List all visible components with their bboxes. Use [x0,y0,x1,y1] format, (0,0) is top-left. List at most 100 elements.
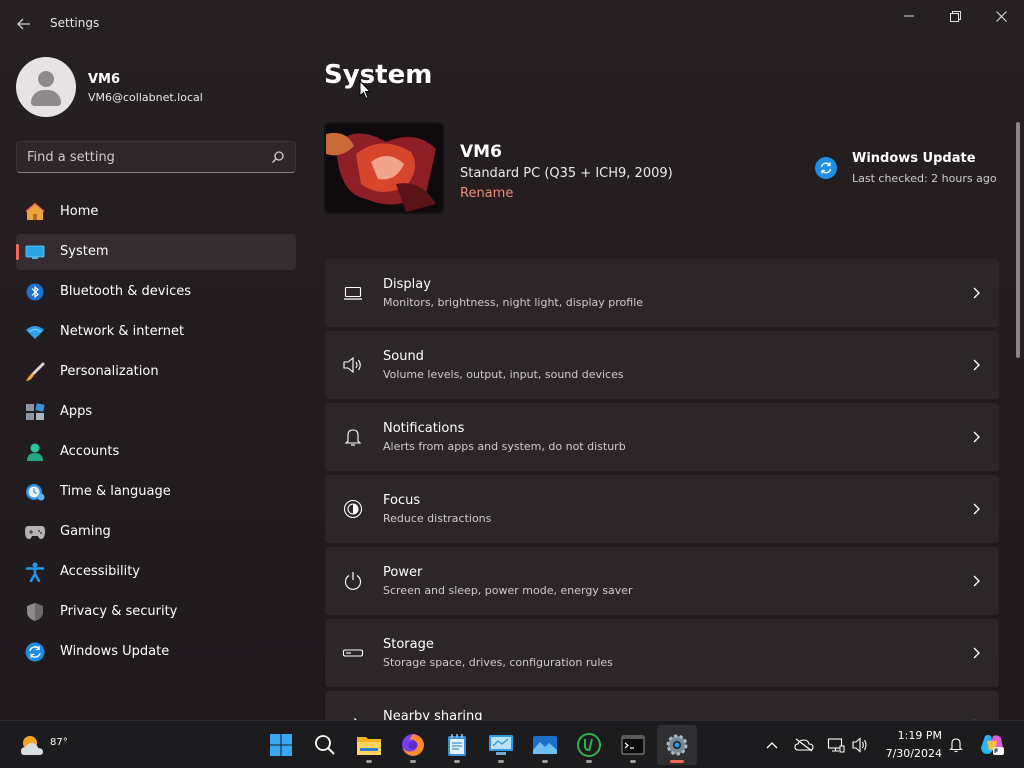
sidebar-item-bluetooth[interactable]: Bluetooth & devices [16,274,296,310]
sidebar-item-home[interactable]: Home [16,194,296,230]
upwork-icon [577,733,601,757]
card-title: Notifications [383,421,465,436]
monitor-icon [341,282,365,304]
taskbar-upwork[interactable] [569,725,609,765]
sidebar-item-apps[interactable]: Apps [16,394,296,430]
chevron-right-icon [973,359,980,371]
chevron-right-icon [973,287,980,299]
show-hidden-icons-button[interactable] [762,735,782,755]
brush-icon [24,362,46,382]
notifications-card[interactable]: Notifications Alerts from apps and syste… [325,403,999,471]
taskbar-file-explorer[interactable] [349,725,389,765]
card-subtitle: Alerts from apps and system, do not dist… [383,440,626,453]
control-panel-icon [489,735,513,755]
search-input[interactable]: Find a setting [16,141,296,173]
active-indicator [16,244,19,260]
volume-icon [852,737,867,753]
terminal-icon [621,735,645,755]
minimize-button[interactable] [886,0,932,32]
sidebar-item-windows-update[interactable]: Windows Update [16,634,296,670]
windows-update-icon [24,642,46,662]
taskbar-firefox[interactable] [393,725,433,765]
start-button[interactable] [261,725,301,765]
sidebar-item-label: Time & language [60,484,171,499]
taskbar-settings[interactable] [657,725,697,765]
settings-window: Settings VM6 VM6@collabnet.local Find a … [0,0,1024,720]
device-wallpaper-thumbnail[interactable] [324,122,444,214]
device-model: Standard PC (Q35 + ICH9, 2009) [460,166,673,181]
back-button[interactable] [10,10,38,38]
display-card[interactable]: Display Monitors, brightness, night ligh… [325,259,999,327]
search-icon [315,735,335,755]
onedrive-tray-button[interactable] [794,735,814,755]
rename-link[interactable]: Rename [460,186,513,201]
weather-widget[interactable]: 87° [18,729,68,759]
sidebar-item-system[interactable]: System [16,234,296,270]
sidebar-item-accessibility[interactable]: Accessibility [16,554,296,590]
home-icon [24,202,46,222]
sidebar-item-label: Gaming [60,524,111,539]
shield-icon [24,602,46,622]
taskbar-control-panel[interactable] [481,725,521,765]
focus-card[interactable]: Focus Reduce distractions [325,475,999,543]
app-title: Settings [50,16,100,30]
onedrive-off-icon [794,738,814,752]
photos-icon [533,736,557,754]
storage-card[interactable]: Storage Storage space, drives, configura… [325,619,999,687]
apps-icon [24,402,46,422]
taskbar-search-button[interactable] [305,725,345,765]
sidebar-item-privacy[interactable]: Privacy & security [16,594,296,630]
bell-icon [949,738,963,753]
chevron-right-icon [973,431,980,443]
bluetooth-icon [24,282,46,302]
sidebar-item-label: Personalization [60,364,159,379]
sound-card[interactable]: Sound Volume levels, output, input, soun… [325,331,999,399]
restore-button[interactable] [932,0,978,32]
bell-icon [341,426,365,448]
taskbar-notepad[interactable] [437,725,477,765]
notifications-tray-button[interactable] [946,735,966,755]
content-scrollbar[interactable] [1016,122,1020,358]
sidebar-item-label: Bluetooth & devices [60,284,191,299]
nearby-sharing-card[interactable]: Nearby sharing [325,691,999,720]
close-button[interactable] [978,0,1024,32]
sidebar-item-network[interactable]: Network & internet [16,314,296,350]
sidebar-item-accounts[interactable]: Accounts [16,434,296,470]
firefox-icon [402,734,424,756]
windows-update-status: Last checked: 2 hours ago [852,172,997,185]
card-subtitle: Storage space, drives, configuration rul… [383,656,613,669]
card-subtitle: Screen and sleep, power mode, energy sav… [383,584,633,597]
taskbar-terminal[interactable] [613,725,653,765]
start-icon [270,734,292,756]
sidebar-item-label: Accounts [60,444,120,459]
taskbar-photos[interactable] [525,725,565,765]
accounts-icon [24,442,46,462]
copilot-tray-button[interactable] [978,732,1006,758]
card-title: Nearby sharing [383,709,483,720]
taskbar-clock-time[interactable]: 1:19 PM [880,729,942,742]
power-card[interactable]: Power Screen and sleep, power mode, ener… [325,547,999,615]
sidebar-item-time-language[interactable]: Time & language [16,474,296,510]
settings-icon [666,734,688,756]
sidebar-item-label: Apps [60,404,93,419]
notepad-icon [448,734,466,756]
chevron-right-icon [973,647,980,659]
avatar[interactable] [16,57,76,117]
user-name: VM6 [88,72,121,87]
card-subtitle: Monitors, brightness, night light, displ… [383,296,644,309]
weather-icon [21,736,43,755]
volume-tray-button[interactable] [851,735,871,755]
sidebar-item-label: Accessibility [60,564,140,579]
focus-icon [341,498,365,520]
card-title: Focus [383,493,421,508]
taskbar-clock-date[interactable]: 7/30/2024 [880,747,942,760]
network-tray-button[interactable] [826,735,846,755]
windows-update-link[interactable]: Windows Update [852,151,976,166]
chevron-right-icon [973,503,980,515]
sidebar-item-personalization[interactable]: Personalization [16,354,296,390]
back-arrow-icon [17,18,30,30]
card-subtitle: Volume levels, output, input, sound devi… [383,368,624,381]
sidebar-item-label: System [60,244,109,259]
sidebar-item-gaming[interactable]: Gaming [16,514,296,550]
restore-icon [949,10,961,22]
